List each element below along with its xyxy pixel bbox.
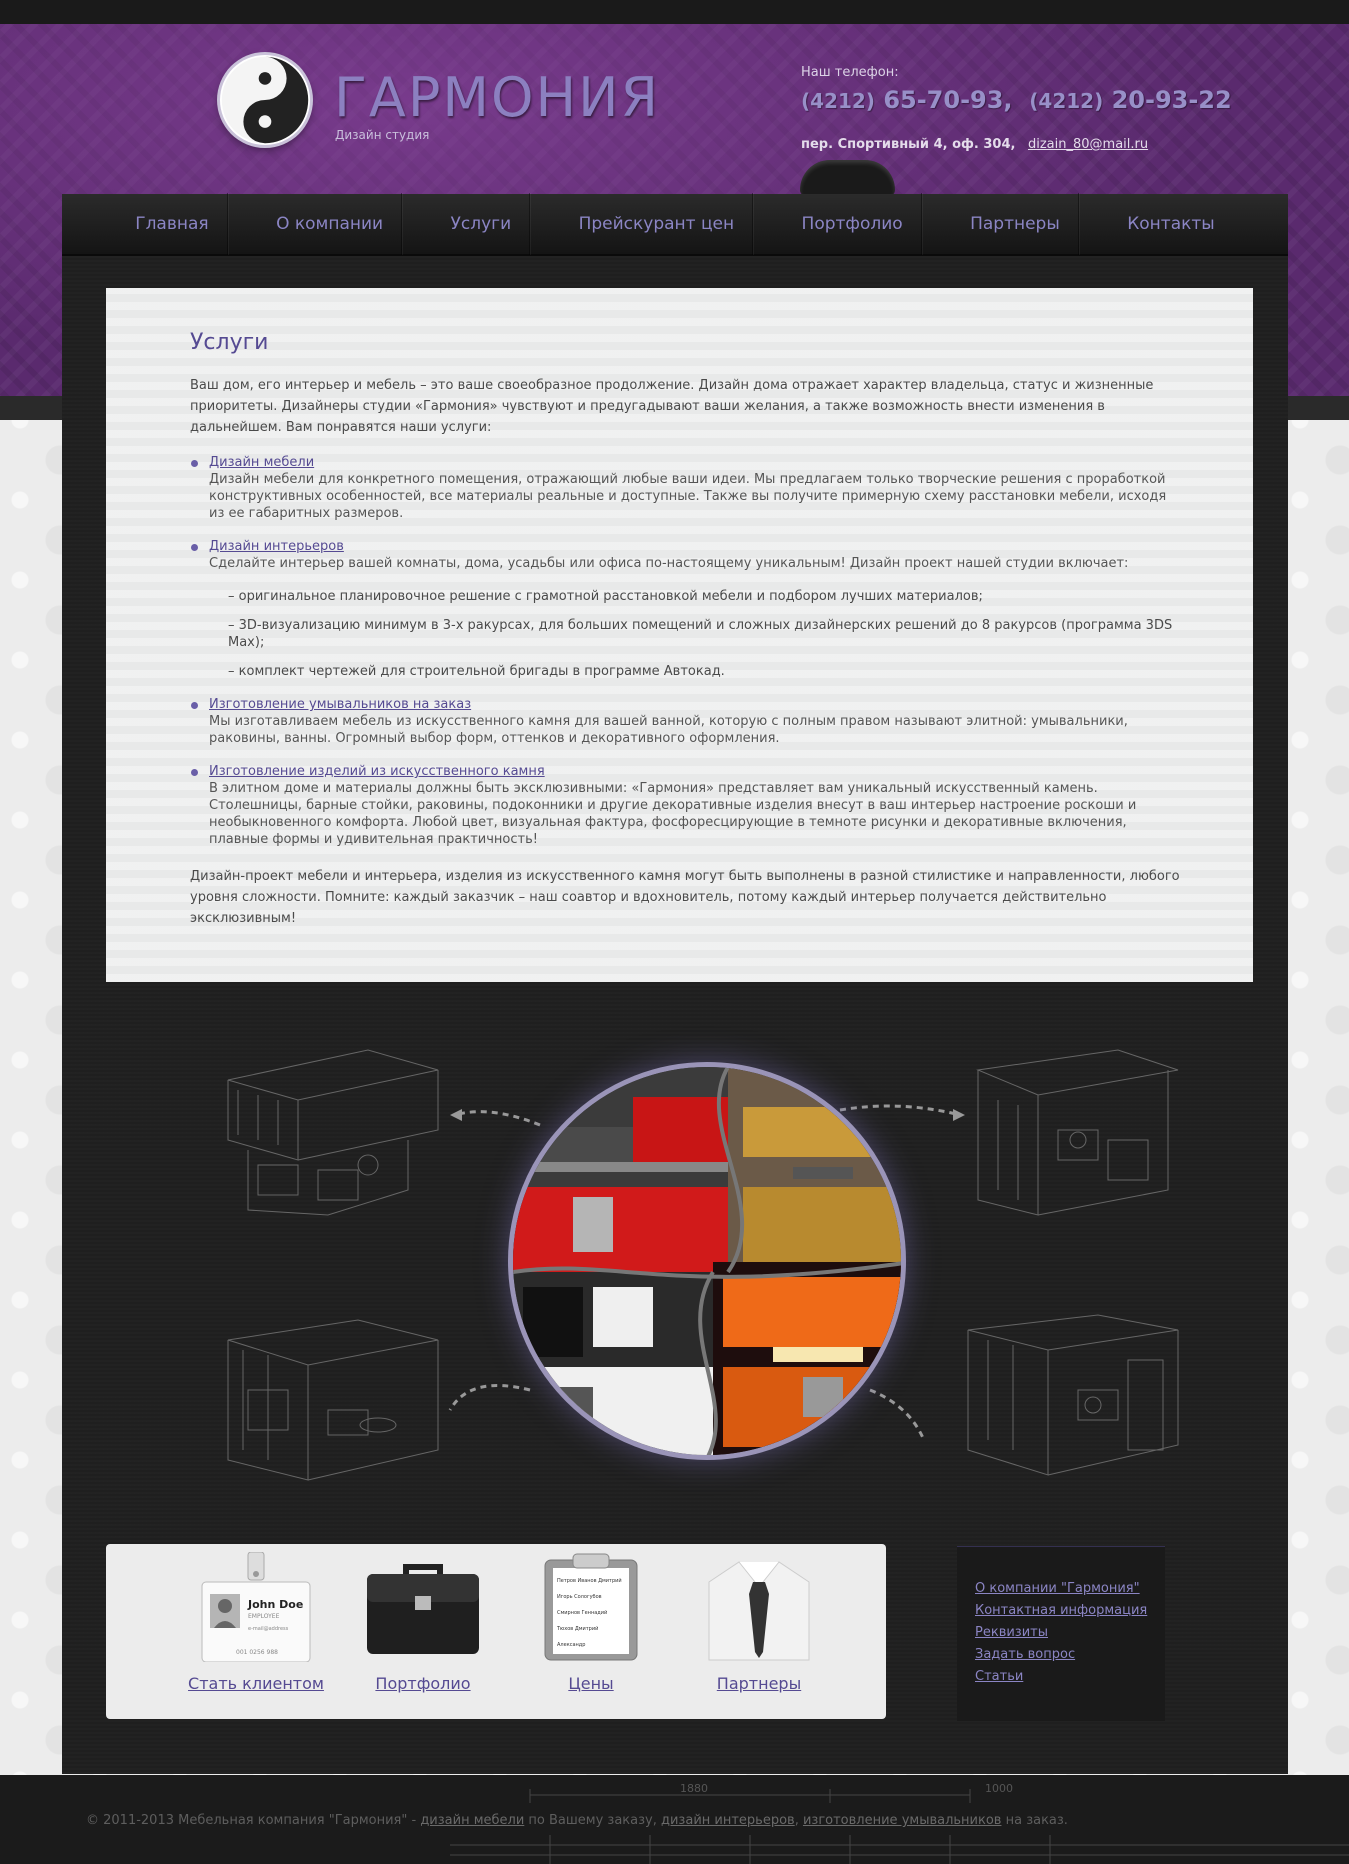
nav-item-services[interactable]: Услуги — [433, 193, 531, 255]
clipboard-line: Смирнов Геннадий — [557, 1609, 607, 1616]
clipboard-line: Петров Иванов Дмитрий — [557, 1577, 622, 1584]
clipboard-icon: Петров Иванов Дмитрий Игорь Сологубов См… — [544, 1553, 638, 1661]
tile-portfolio[interactable]: Портфолио — [348, 1552, 498, 1693]
id-badge-icon: John Doe EMPLOYEE e-mail@address 001 025… — [201, 1551, 311, 1663]
clipboard-line: Тюхов Дмитрий — [556, 1625, 598, 1632]
service-item: Изготовление умывальников на заказ Мы из… — [190, 696, 1180, 747]
nav-item-portfolio[interactable]: Портфолио — [784, 193, 922, 255]
phone2-code: (4212) — [1029, 89, 1104, 113]
address-line: пер. Спортивный 4, оф. 304, dizain_80@ma… — [801, 137, 1148, 152]
outro-paragraph: Дизайн-проект мебели и интерьера, издели… — [190, 869, 1180, 926]
side-link-articles[interactable]: Статьи — [975, 1669, 1147, 1684]
sublist-item: – комплект чертежей для строительной бри… — [228, 664, 725, 679]
sidebar-links: О компании "Гармония" Контактная информа… — [957, 1546, 1165, 1721]
tile-label[interactable]: Партнеры — [684, 1674, 834, 1693]
nav-item-about[interactable]: О компании — [258, 193, 403, 255]
clipboard-line: Александр — [557, 1642, 585, 1648]
side-link-about[interactable]: О компании "Гармония" — [975, 1581, 1147, 1596]
footer-link-interiors[interactable]: дизайн интерьеров — [661, 1813, 795, 1828]
shirt-tie-icon — [708, 1561, 810, 1661]
tile-partners[interactable]: Партнеры — [684, 1552, 834, 1693]
service-item: Дизайн интерьеров Сделайте интерьер ваше… — [190, 538, 1180, 680]
tile-label[interactable]: Портфолио — [348, 1674, 498, 1693]
service-description: В элитном доме и материалы должны быть э… — [209, 781, 1137, 847]
brand-title[interactable]: ГАРМОНИЯ — [334, 66, 660, 129]
nav-item-contacts[interactable]: Контакты — [1109, 193, 1233, 255]
side-link-requisites[interactable]: Реквизиты — [975, 1625, 1147, 1640]
footer-text-part: , — [794, 1813, 803, 1828]
side-link-contacts[interactable]: Контактная информация — [975, 1603, 1147, 1618]
sublist-item: – оригинальное планировочное решение с г… — [228, 589, 983, 604]
telephone-icon — [800, 160, 895, 196]
service-item: Дизайн мебели Дизайн мебели для конкретн… — [190, 454, 1180, 522]
sublist-item: – 3D-визуализацию минимум в 3-х ракурсах… — [228, 618, 1173, 650]
tile-become-client[interactable]: John Doe EMPLOYEE e-mail@address 001 025… — [181, 1551, 331, 1693]
nav-item-prices[interactable]: Прейскурант цен — [561, 193, 754, 255]
yin-yang-logo-icon[interactable] — [220, 55, 310, 145]
intro-paragraph: Ваш дом, его интерьер и мебель – это ваш… — [190, 378, 1154, 435]
quick-links-panel: John Doe EMPLOYEE e-mail@address 001 025… — [106, 1544, 886, 1719]
service-link-artificial-stone[interactable]: Изготовление изделий из искусственного к… — [209, 764, 545, 779]
page-title: Услуги — [190, 330, 269, 355]
phone1-number: 65-70-93, — [883, 86, 1013, 114]
badge-number: 001 0256 988 — [236, 1649, 278, 1656]
service-item: Изготовление изделий из искусственного к… — [190, 763, 1180, 848]
nav-item-partners[interactable]: Партнеры — [952, 193, 1079, 255]
service-description: Мы изготавливаем мебель из искусственног… — [209, 714, 1128, 746]
address-text: пер. Спортивный 4, оф. 304, — [801, 137, 1016, 152]
footer-text-part: по Вашему заказу, — [524, 1813, 661, 1828]
nav-item-home[interactable]: Главная — [117, 193, 228, 255]
phone-label: Наш телефон: — [801, 65, 899, 80]
side-link-ask-question[interactable]: Задать вопрос — [975, 1647, 1147, 1662]
email-link[interactable]: dizain_80@mail.ru — [1028, 137, 1148, 152]
content-inner: Услуги Ваш дом, его интерьер и мебель – … — [190, 332, 1180, 945]
tile-prices[interactable]: Петров Иванов Дмитрий Игорь Сологубов См… — [516, 1552, 666, 1693]
badge-name: John Doe — [247, 1598, 303, 1611]
briefcase-icon — [367, 1564, 479, 1654]
footer-copyright: © 2011-2013 Мебельная компания "Гармония… — [86, 1813, 421, 1828]
kitchen-photo-collage — [508, 1062, 906, 1460]
footer-link-sinks[interactable]: изготовление умывальников — [803, 1813, 1002, 1828]
badge-email: e-mail@address — [248, 1626, 289, 1632]
clipboard-line: Игорь Сологубов — [557, 1594, 602, 1600]
service-sublist: – оригинальное планировочное решение с г… — [209, 588, 1180, 680]
badge-role: EMPLOYEE — [248, 1613, 280, 1620]
footer-dimension: 1000 — [985, 1782, 1013, 1795]
service-link-interior-design[interactable]: Дизайн интерьеров — [209, 539, 344, 554]
service-link-sinks[interactable]: Изготовление умывальников на заказ — [209, 697, 471, 712]
phone-numbers: (4212) 65-70-93, (4212) 20-93-22 — [801, 86, 1232, 114]
phone2-number: 20-93-22 — [1111, 86, 1232, 114]
footer-link-furniture[interactable]: дизайн мебели — [420, 1813, 524, 1828]
top-strip — [0, 0, 1349, 24]
service-link-furniture-design[interactable]: Дизайн мебели — [209, 455, 314, 470]
footer-text-part: на заказ. — [1001, 1813, 1068, 1828]
service-description: Дизайн мебели для конкретного помещения,… — [209, 472, 1167, 521]
main-navigation: Главная О компании Услуги Прейскурант це… — [62, 193, 1288, 256]
footer-dimension: 1880 — [680, 1782, 708, 1795]
footer-text: © 2011-2013 Мебельная компания "Гармония… — [86, 1813, 1068, 1828]
content-area: Услуги Ваш дом, его интерьер и мебель – … — [106, 288, 1253, 982]
tile-label[interactable]: Стать клиентом — [181, 1674, 331, 1693]
tile-label[interactable]: Цены — [516, 1674, 666, 1693]
service-description: Сделайте интерьер вашей комнаты, дома, у… — [209, 556, 1129, 571]
brand-subtitle: Дизайн студия — [335, 128, 430, 142]
phone1-code: (4212) — [801, 89, 875, 113]
